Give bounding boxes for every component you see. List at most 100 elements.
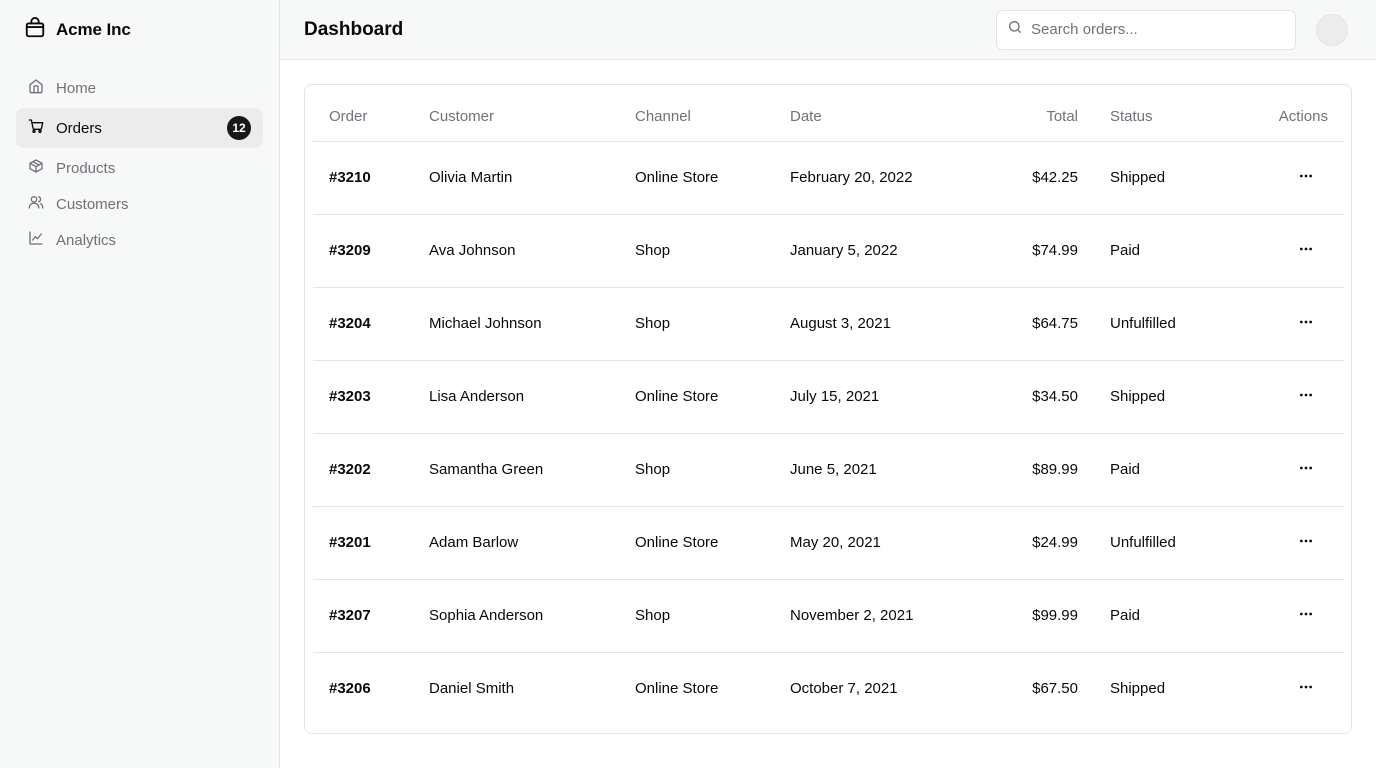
customer-cell: Sophia Anderson	[429, 607, 544, 624]
more-actions-button[interactable]	[1290, 527, 1322, 559]
status-cell: Unfulfilled	[1110, 315, 1176, 332]
total-cell: $74.99	[1032, 242, 1078, 259]
channel-cell: Shop	[635, 461, 671, 478]
date-cell: October 7, 2021	[790, 680, 898, 698]
table-row[interactable]: #3201 Adam Barlow Online Store May 20, 2…	[313, 506, 1344, 579]
sidebar-item-label: Products	[56, 159, 116, 177]
orders-count-badge: 12	[227, 116, 251, 140]
customer-cell: Daniel Smith	[429, 680, 515, 698]
customer-cell: Ava Johnson	[429, 242, 516, 259]
table-row[interactable]: #3209 Ava Johnson Shop January 5, 2022 $…	[313, 214, 1344, 287]
sidebar-item-label: Customers	[56, 195, 129, 213]
order-id-cell[interactable]: #3210	[313, 141, 413, 214]
more-actions-button[interactable]	[1290, 162, 1322, 194]
status-cell: Paid	[1110, 461, 1141, 478]
customer-cell: Michael Johnson	[429, 315, 542, 332]
date-cell: November 2, 2021	[790, 607, 914, 624]
package-icon	[28, 158, 44, 178]
channel-cell: Online Store	[635, 534, 719, 551]
table-row[interactable]: #3210 Olivia Martin Online Store Februar…	[313, 141, 1344, 214]
actions-cell	[1214, 579, 1344, 652]
sidebar-item-label: Home	[56, 79, 97, 97]
actions-cell	[1214, 506, 1344, 579]
top-header: Dashboard	[280, 0, 1376, 60]
status-cell: Paid	[1110, 607, 1141, 624]
table-row[interactable]: #3203 Lisa Anderson Online Store July 15…	[313, 360, 1344, 433]
column-header-channel[interactable]: Channel	[619, 85, 774, 141]
total-cell: $64.75	[1032, 315, 1078, 332]
sidebar-item-orders[interactable]: Orders 12	[16, 108, 263, 148]
more-actions-button[interactable]	[1290, 673, 1322, 705]
channel-cell: Online Store	[635, 388, 719, 405]
total-cell: $24.99	[1032, 534, 1078, 551]
user-avatar[interactable]	[1316, 13, 1348, 46]
actions-cell	[1214, 141, 1344, 214]
table-row[interactable]: #3207 Sophia Anderson Shop November 2, 2…	[313, 579, 1344, 652]
column-header-customer[interactable]: Customer	[413, 85, 619, 141]
total-cell: $99.99	[1032, 607, 1078, 624]
sidebar-item-label: Orders	[56, 119, 102, 137]
channel-cell: Shop	[635, 242, 671, 259]
table-row[interactable]: #3202 Samantha Green Shop June 5, 2021 $…	[313, 433, 1344, 506]
column-header-date[interactable]: Date	[774, 85, 964, 141]
more-actions-button[interactable]	[1290, 308, 1322, 340]
column-header-total[interactable]: Total	[964, 85, 1094, 141]
orders-table: Order Customer Channel Date Total Status…	[313, 85, 1344, 725]
more-actions-button[interactable]	[1290, 600, 1322, 632]
sidebar-item-products[interactable]: Products	[16, 150, 263, 186]
order-id-cell[interactable]: #3203	[313, 360, 413, 433]
status-cell: Paid	[1110, 242, 1141, 259]
customer-cell: Adam Barlow	[429, 534, 519, 551]
more-actions-button[interactable]	[1290, 235, 1322, 267]
ellipsis-icon	[1298, 679, 1314, 699]
status-cell: Unfulfilled	[1110, 534, 1176, 551]
line-chart-icon	[28, 230, 44, 250]
ellipsis-icon	[1298, 168, 1314, 188]
home-icon	[28, 78, 44, 98]
channel-cell: Shop	[635, 607, 671, 624]
actions-cell	[1214, 287, 1344, 360]
main-area: Dashboard Search orders... Order Custome…	[280, 0, 1376, 768]
channel-cell: Online Store	[635, 169, 719, 186]
ellipsis-icon	[1298, 314, 1314, 334]
channel-cell: Online Store	[635, 680, 719, 698]
sidebar-item-label: Analytics	[56, 231, 117, 249]
actions-cell	[1214, 360, 1344, 433]
column-header-order[interactable]: Order	[313, 85, 413, 141]
table-header-row: Order Customer Channel Date Total Status…	[313, 85, 1344, 141]
search-box[interactable]	[996, 9, 1296, 50]
actions-cell	[1214, 214, 1344, 287]
table-row[interactable]: #3204 Michael Johnson Shop August 3, 202…	[313, 287, 1344, 360]
date-cell: June 5, 2021	[790, 461, 877, 478]
page-title: Dashboard	[304, 18, 404, 40]
actions-cell	[1214, 433, 1344, 506]
status-cell: Shipped	[1110, 680, 1166, 698]
ellipsis-icon	[1298, 387, 1314, 407]
sidebar-item-home[interactable]: Home	[16, 70, 263, 106]
more-actions-button[interactable]	[1290, 381, 1322, 413]
date-cell: January 5, 2022	[790, 242, 898, 259]
search-input[interactable]	[1031, 21, 1295, 38]
actions-cell	[1214, 652, 1344, 725]
ellipsis-icon	[1298, 460, 1314, 480]
order-id-cell[interactable]: #3209	[313, 214, 413, 287]
sidebar-nav: Home Orders 12 Products Customers Analyt…	[0, 60, 279, 258]
table-row[interactable]: #3206 Daniel Smith Online Store October …	[313, 652, 1344, 725]
table-body: #3210 Olivia Martin Online Store Februar…	[313, 141, 1344, 725]
sidebar-item-customers[interactable]: Customers	[16, 186, 263, 222]
status-cell: Shipped	[1110, 169, 1166, 186]
order-id-cell[interactable]: #3207	[313, 579, 413, 652]
sidebar-item-analytics[interactable]: Analytics	[16, 222, 263, 258]
channel-cell: Shop	[635, 315, 671, 332]
more-actions-button[interactable]	[1290, 454, 1322, 486]
order-id-cell[interactable]: #3202	[313, 433, 413, 506]
date-cell: February 20, 2022	[790, 169, 913, 186]
ellipsis-icon	[1298, 606, 1314, 626]
order-id-cell[interactable]: #3206	[313, 652, 413, 725]
order-id-cell[interactable]: #3201	[313, 506, 413, 579]
column-header-status[interactable]: Status	[1094, 85, 1214, 141]
customer-cell: Lisa Anderson	[429, 388, 525, 405]
brand[interactable]: Acme Inc	[0, 0, 279, 60]
users-icon	[28, 194, 44, 214]
order-id-cell[interactable]: #3204	[313, 287, 413, 360]
